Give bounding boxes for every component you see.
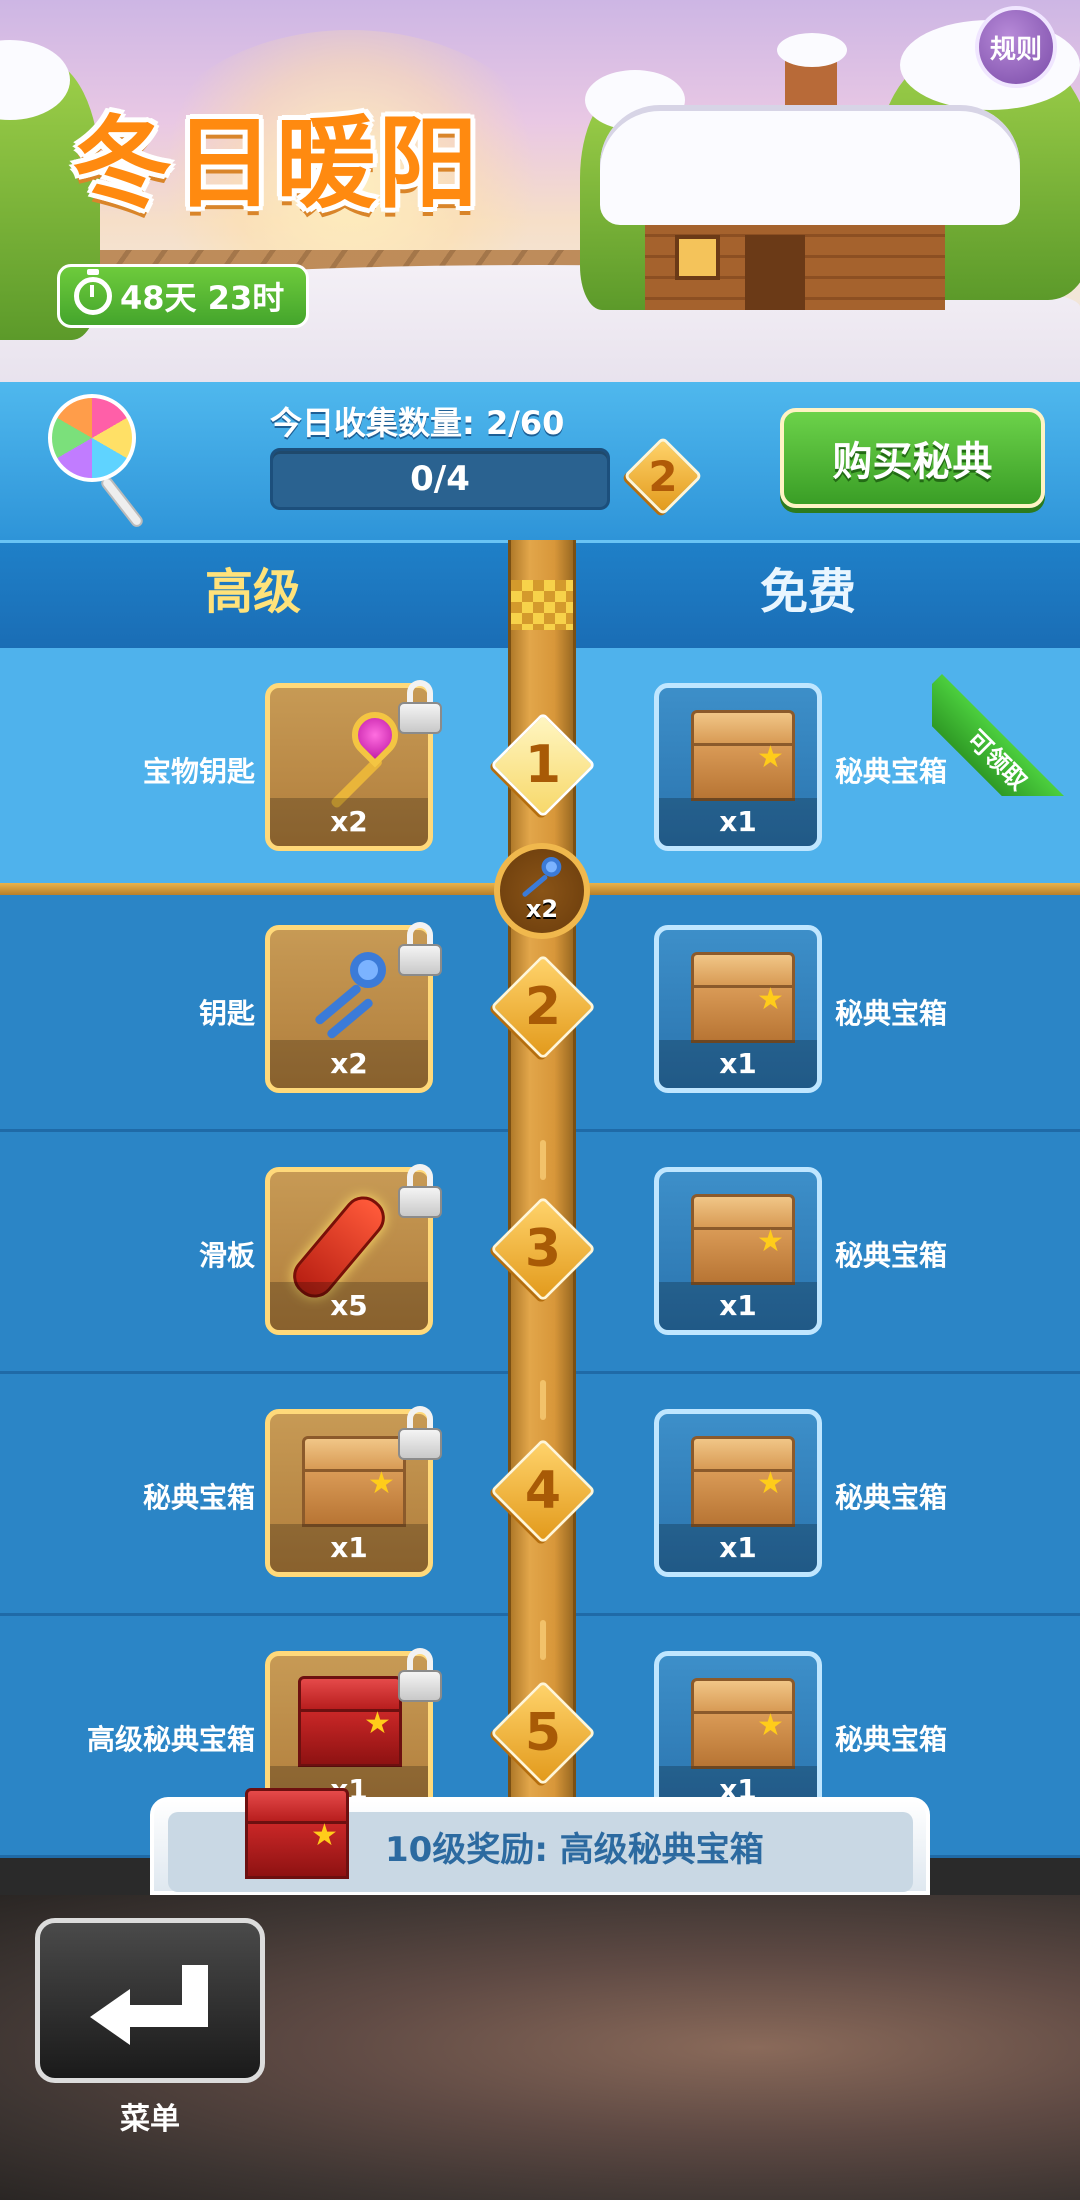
finish-checker bbox=[511, 580, 573, 630]
level-number: 1 bbox=[524, 735, 562, 795]
free-reward-tile[interactable]: ★ x1 bbox=[654, 1409, 822, 1577]
rules-button[interactable]: 规则 bbox=[975, 6, 1057, 88]
chest-icon: ★ bbox=[691, 1436, 795, 1527]
cabin-art bbox=[600, 33, 1020, 310]
premium-chest-icon: ★ bbox=[298, 1676, 402, 1767]
return-arrow-icon bbox=[90, 1965, 210, 2045]
lock-icon bbox=[398, 1648, 442, 1702]
free-reward-qty: x1 bbox=[659, 798, 817, 846]
free-reward-qty: x1 bbox=[659, 1040, 817, 1088]
level-number: 5 bbox=[524, 1703, 562, 1763]
free-reward-qty: x1 bbox=[659, 1524, 817, 1572]
premium-reward-qty: x5 bbox=[270, 1282, 428, 1330]
track-dash bbox=[540, 1140, 546, 1180]
level-progress-text: 0/4 bbox=[410, 459, 470, 499]
premium-reward-qty: x2 bbox=[270, 1040, 428, 1088]
lollipop-icon bbox=[48, 394, 158, 530]
free-reward-tile[interactable]: ★ x1 bbox=[654, 683, 822, 851]
daily-collect-count: 今日收集数量: 2/60 bbox=[270, 404, 565, 442]
lock-icon bbox=[398, 1164, 442, 1218]
level-badge-1: 1 bbox=[488, 710, 598, 820]
chest-icon: ★ bbox=[691, 952, 795, 1043]
premium-reward-label: 宝物钥匙 bbox=[142, 755, 255, 788]
marker-qty: x2 bbox=[525, 895, 559, 923]
free-reward-qty: x1 bbox=[659, 1282, 817, 1330]
current-level-number: 2 bbox=[648, 451, 678, 501]
level-badge-3: 3 bbox=[488, 1194, 598, 1304]
premium-reward-qty: x2 bbox=[270, 798, 428, 846]
current-level-badge: 2 bbox=[623, 436, 703, 516]
level-badge-4: 4 bbox=[488, 1436, 598, 1546]
free-reward-tile[interactable]: ★ x1 bbox=[654, 925, 822, 1093]
lock-icon bbox=[398, 680, 442, 734]
premium-reward-qty: x1 bbox=[270, 1524, 428, 1572]
premium-reward-label: 滑板 bbox=[198, 1239, 255, 1272]
level-badge-5: 5 bbox=[488, 1678, 598, 1788]
level-number: 4 bbox=[524, 1461, 562, 1521]
event-title: 冬日暖阳 bbox=[72, 105, 480, 222]
free-reward-label: 秘典宝箱 bbox=[835, 1481, 948, 1514]
claimable-ribbon[interactable]: 可领取 bbox=[932, 648, 1080, 796]
menu-label: 菜单 bbox=[120, 2102, 180, 2137]
free-reward-label: 秘典宝箱 bbox=[835, 1239, 948, 1272]
chest-icon: ★ bbox=[691, 710, 795, 801]
free-reward-tile[interactable]: ★ x1 bbox=[654, 1167, 822, 1335]
chest-icon: ★ bbox=[302, 1436, 406, 1527]
premium-column-header: 高级 bbox=[205, 564, 302, 620]
free-reward-tile[interactable]: ★ x1 bbox=[654, 1651, 822, 1819]
premium-reward-label: 钥匙 bbox=[198, 997, 255, 1030]
chest-icon: ★ bbox=[691, 1194, 795, 1285]
bonus-reward-text: 10级奖励: 高级秘典宝箱 bbox=[385, 1830, 764, 1870]
track-dash bbox=[540, 1620, 546, 1660]
level-number: 3 bbox=[524, 1219, 562, 1279]
chest-icon: ★ bbox=[691, 1678, 795, 1769]
claimable-label: 可领取 bbox=[932, 674, 1080, 796]
buy-pass-button[interactable]: 购买秘典 bbox=[780, 408, 1045, 508]
treasure-key-icon bbox=[300, 702, 410, 810]
free-column-header: 免费 bbox=[760, 564, 857, 620]
stopwatch-icon bbox=[74, 269, 112, 315]
free-reward-label: 秘典宝箱 bbox=[835, 997, 948, 1030]
free-reward-label: 秘典宝箱 bbox=[835, 755, 948, 788]
premium-chest-icon: ★ bbox=[245, 1778, 365, 1886]
progress-marker bbox=[494, 843, 590, 939]
event-timer: 48天 23时 bbox=[57, 264, 310, 328]
level-number: 2 bbox=[524, 977, 562, 1037]
level-badge-2: 2 bbox=[488, 952, 598, 1062]
premium-reward-label: 高级秘典宝箱 bbox=[86, 1723, 255, 1756]
keys-icon bbox=[300, 952, 410, 1052]
lock-icon bbox=[398, 1406, 442, 1460]
timer-text: 48天 23时 bbox=[120, 279, 285, 317]
track-dash bbox=[540, 1380, 546, 1420]
premium-reward-label: 秘典宝箱 bbox=[142, 1481, 255, 1514]
free-reward-label: 秘典宝箱 bbox=[835, 1723, 948, 1756]
lock-icon bbox=[398, 922, 442, 976]
